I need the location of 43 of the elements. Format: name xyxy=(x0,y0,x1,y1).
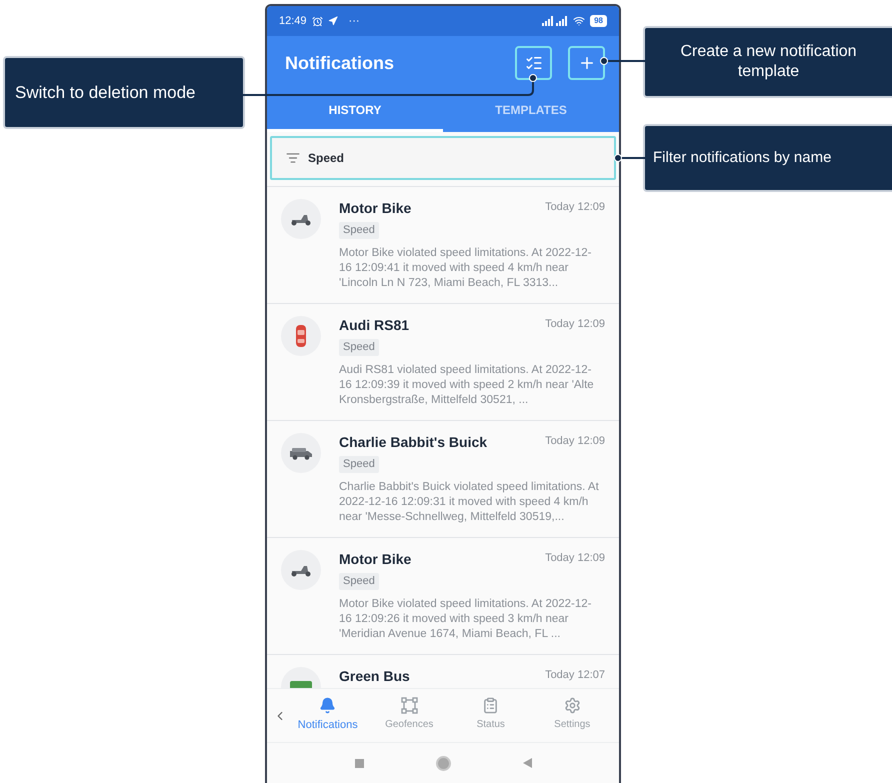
car-icon xyxy=(295,324,307,348)
notification-tag: Speed xyxy=(339,339,379,356)
suv-icon xyxy=(288,446,314,460)
filter-value: Speed xyxy=(308,150,344,167)
checklist-icon xyxy=(524,54,542,72)
bell-icon xyxy=(319,697,336,714)
vehicle-name: Motor Bike xyxy=(339,199,412,217)
notification-time: Today 12:09 xyxy=(545,551,605,566)
notification-time: Today 12:09 xyxy=(545,200,605,215)
recent-apps-icon[interactable] xyxy=(354,758,364,768)
home-icon[interactable] xyxy=(436,756,450,770)
notification-message: Charlie Babbit's Buick violated speed limitations. At 2022-12-16 12:09:31 it moved with speed 4 km/h near 'Messe-Schnellweg, Mittelfeld 30519,... xyxy=(339,480,600,525)
filter-field[interactable]: Speed xyxy=(270,136,616,180)
notification-time: Today 12:07 xyxy=(545,668,605,683)
scooter-icon xyxy=(289,212,313,226)
vehicle-name: Audi RS81 xyxy=(339,316,410,334)
notification-time: Today 12:09 xyxy=(545,317,605,332)
vehicle-name: Motor Bike xyxy=(339,550,412,568)
back-icon[interactable] xyxy=(522,758,532,768)
vehicle-name: Green Bus xyxy=(339,667,410,685)
callout-text: Filter notifications by name xyxy=(653,148,832,168)
settings-icon xyxy=(564,697,581,714)
notification-message: Motor Bike violated speed limitations. At 2022-12-16 12:09:41 it moved with speed 4 km/h near 'Lincoln Ln N 723, Miami Beach, FL 3313... xyxy=(339,246,592,291)
notification-tag: Speed xyxy=(339,573,379,590)
notification-tag: Speed xyxy=(339,456,379,473)
screen-title: Notifications xyxy=(285,52,394,74)
vehicle-name: Charlie Babbit's Buick xyxy=(339,433,488,451)
filter-icon xyxy=(286,151,300,165)
scooter-icon xyxy=(289,563,313,577)
notification-time: Today 12:09 xyxy=(545,434,605,449)
alarm-icon xyxy=(312,16,323,26)
callout-text: Create a new notification template xyxy=(679,42,858,82)
battery-level: 98 xyxy=(590,15,607,27)
signal-icon xyxy=(542,16,568,26)
geofence-icon xyxy=(400,697,418,714)
clipboard-icon xyxy=(482,697,500,714)
callout-text: Switch to deletion mode xyxy=(15,82,196,104)
notification-message: Motor Bike violated speed limitations. At 2022-12-16 12:09:26 it moved with speed 3 km/h near 'Meridian Avenue 1674, Miami Beach, FL ... xyxy=(339,597,592,642)
more-dots: ··· xyxy=(348,14,360,29)
notification-message: Audi RS81 violated speed limitations. At 2022-12-16 12:09:39 it moved with speed 2 km/h near 'Alte Kronsbergstraße, Mittelfeld 30521, ... xyxy=(339,363,595,408)
notification-tag: Speed xyxy=(339,222,379,239)
clock-time: 12:49 xyxy=(279,14,307,29)
location-arrow-icon xyxy=(328,16,338,26)
